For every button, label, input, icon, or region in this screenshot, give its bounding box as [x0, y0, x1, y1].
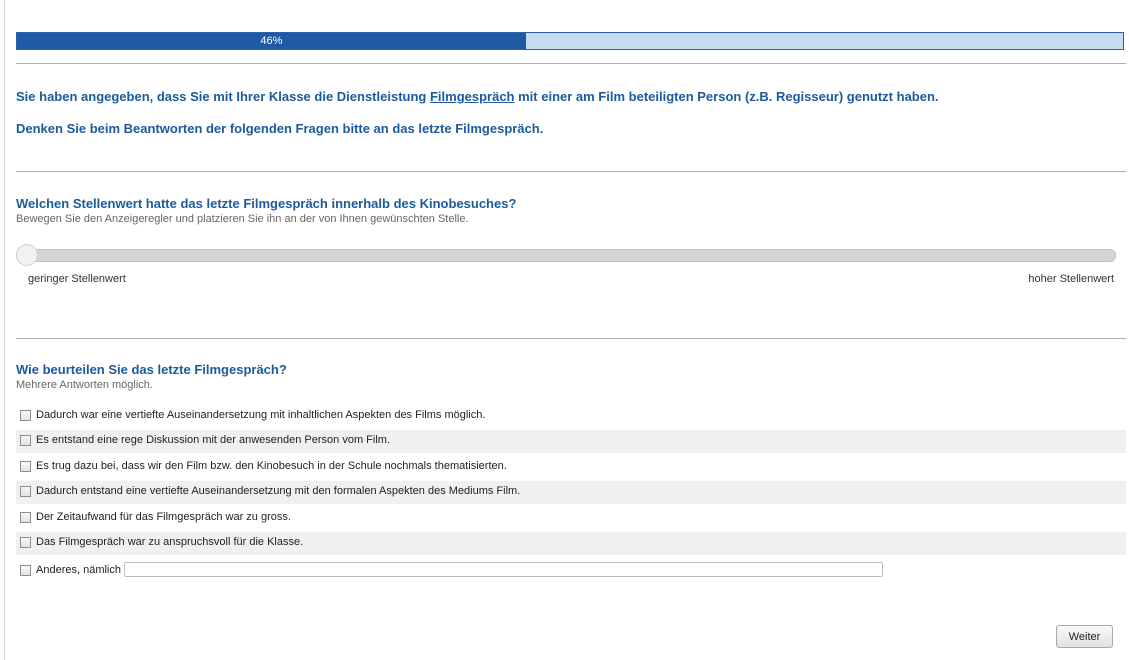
service-link[interactable]: Filmgespräch: [430, 89, 515, 104]
option-checkbox[interactable]: [20, 565, 31, 576]
progress-label: 46%: [260, 35, 283, 47]
left-border: [4, 0, 5, 660]
other-text-input[interactable]: [124, 562, 883, 577]
option-label[interactable]: Anderes, nämlich: [36, 564, 121, 576]
divider: [16, 338, 1126, 339]
next-button[interactable]: Weiter: [1056, 625, 1113, 648]
option-row[interactable]: Dadurch entstand eine vertiefte Auseinan…: [16, 481, 1126, 504]
option-row[interactable]: Dadurch war eine vertiefte Auseinanderse…: [16, 405, 1126, 428]
question-2-hint: Mehrere Antworten möglich.: [16, 379, 153, 391]
option-row[interactable]: Das Filmgespräch war zu anspruchsvoll fü…: [16, 532, 1126, 555]
slider-label-min: geringer Stellenwert: [28, 273, 126, 285]
option-label[interactable]: Es entstand eine rege Diskussion mit der…: [36, 434, 390, 446]
intro-instruction: Denken Sie beim Beantworten der folgende…: [16, 121, 544, 136]
option-label[interactable]: Dadurch entstand eine vertiefte Auseinan…: [36, 485, 520, 497]
option-label[interactable]: Das Filmgespräch war zu anspruchsvoll fü…: [36, 536, 303, 548]
option-checkbox[interactable]: [20, 435, 31, 446]
intro-text-start: Sie haben angegeben, dass Sie mit Ihrer …: [16, 89, 430, 104]
question-2-title: Wie beurteilen Sie das letzte Filmgesprä…: [16, 362, 287, 377]
intro-text-end: mit einer am Film beteiligten Person (z.…: [514, 89, 939, 104]
option-row[interactable]: Es entstand eine rege Diskussion mit der…: [16, 430, 1126, 453]
slider-label-max: hoher Stellenwert: [1028, 273, 1114, 285]
divider: [16, 63, 1126, 64]
option-row[interactable]: Der Zeitaufwand für das Filmgespräch war…: [16, 507, 1126, 530]
importance-slider-handle[interactable]: [16, 244, 38, 266]
divider: [16, 171, 1126, 172]
question-1-hint: Bewegen Sie den Anzeigeregler und platzi…: [16, 213, 469, 225]
option-label[interactable]: Der Zeitaufwand für das Filmgespräch war…: [36, 511, 291, 523]
intro-text: Sie haben angegeben, dass Sie mit Ihrer …: [16, 89, 939, 104]
option-checkbox[interactable]: [20, 537, 31, 548]
question-1-title: Welchen Stellenwert hatte das letzte Fil…: [16, 196, 517, 211]
option-checkbox[interactable]: [20, 512, 31, 523]
progress-bar: 46%: [16, 32, 1124, 50]
option-label[interactable]: Dadurch war eine vertiefte Auseinanderse…: [36, 409, 485, 421]
option-row[interactable]: Es trug dazu bei, dass wir den Film bzw.…: [16, 456, 1126, 479]
option-checkbox[interactable]: [20, 486, 31, 497]
option-row-other[interactable]: Anderes, nämlich: [16, 560, 1126, 583]
option-label[interactable]: Es trug dazu bei, dass wir den Film bzw.…: [36, 460, 507, 472]
importance-slider-track[interactable]: [16, 249, 1116, 262]
option-checkbox[interactable]: [20, 461, 31, 472]
option-checkbox[interactable]: [20, 410, 31, 421]
